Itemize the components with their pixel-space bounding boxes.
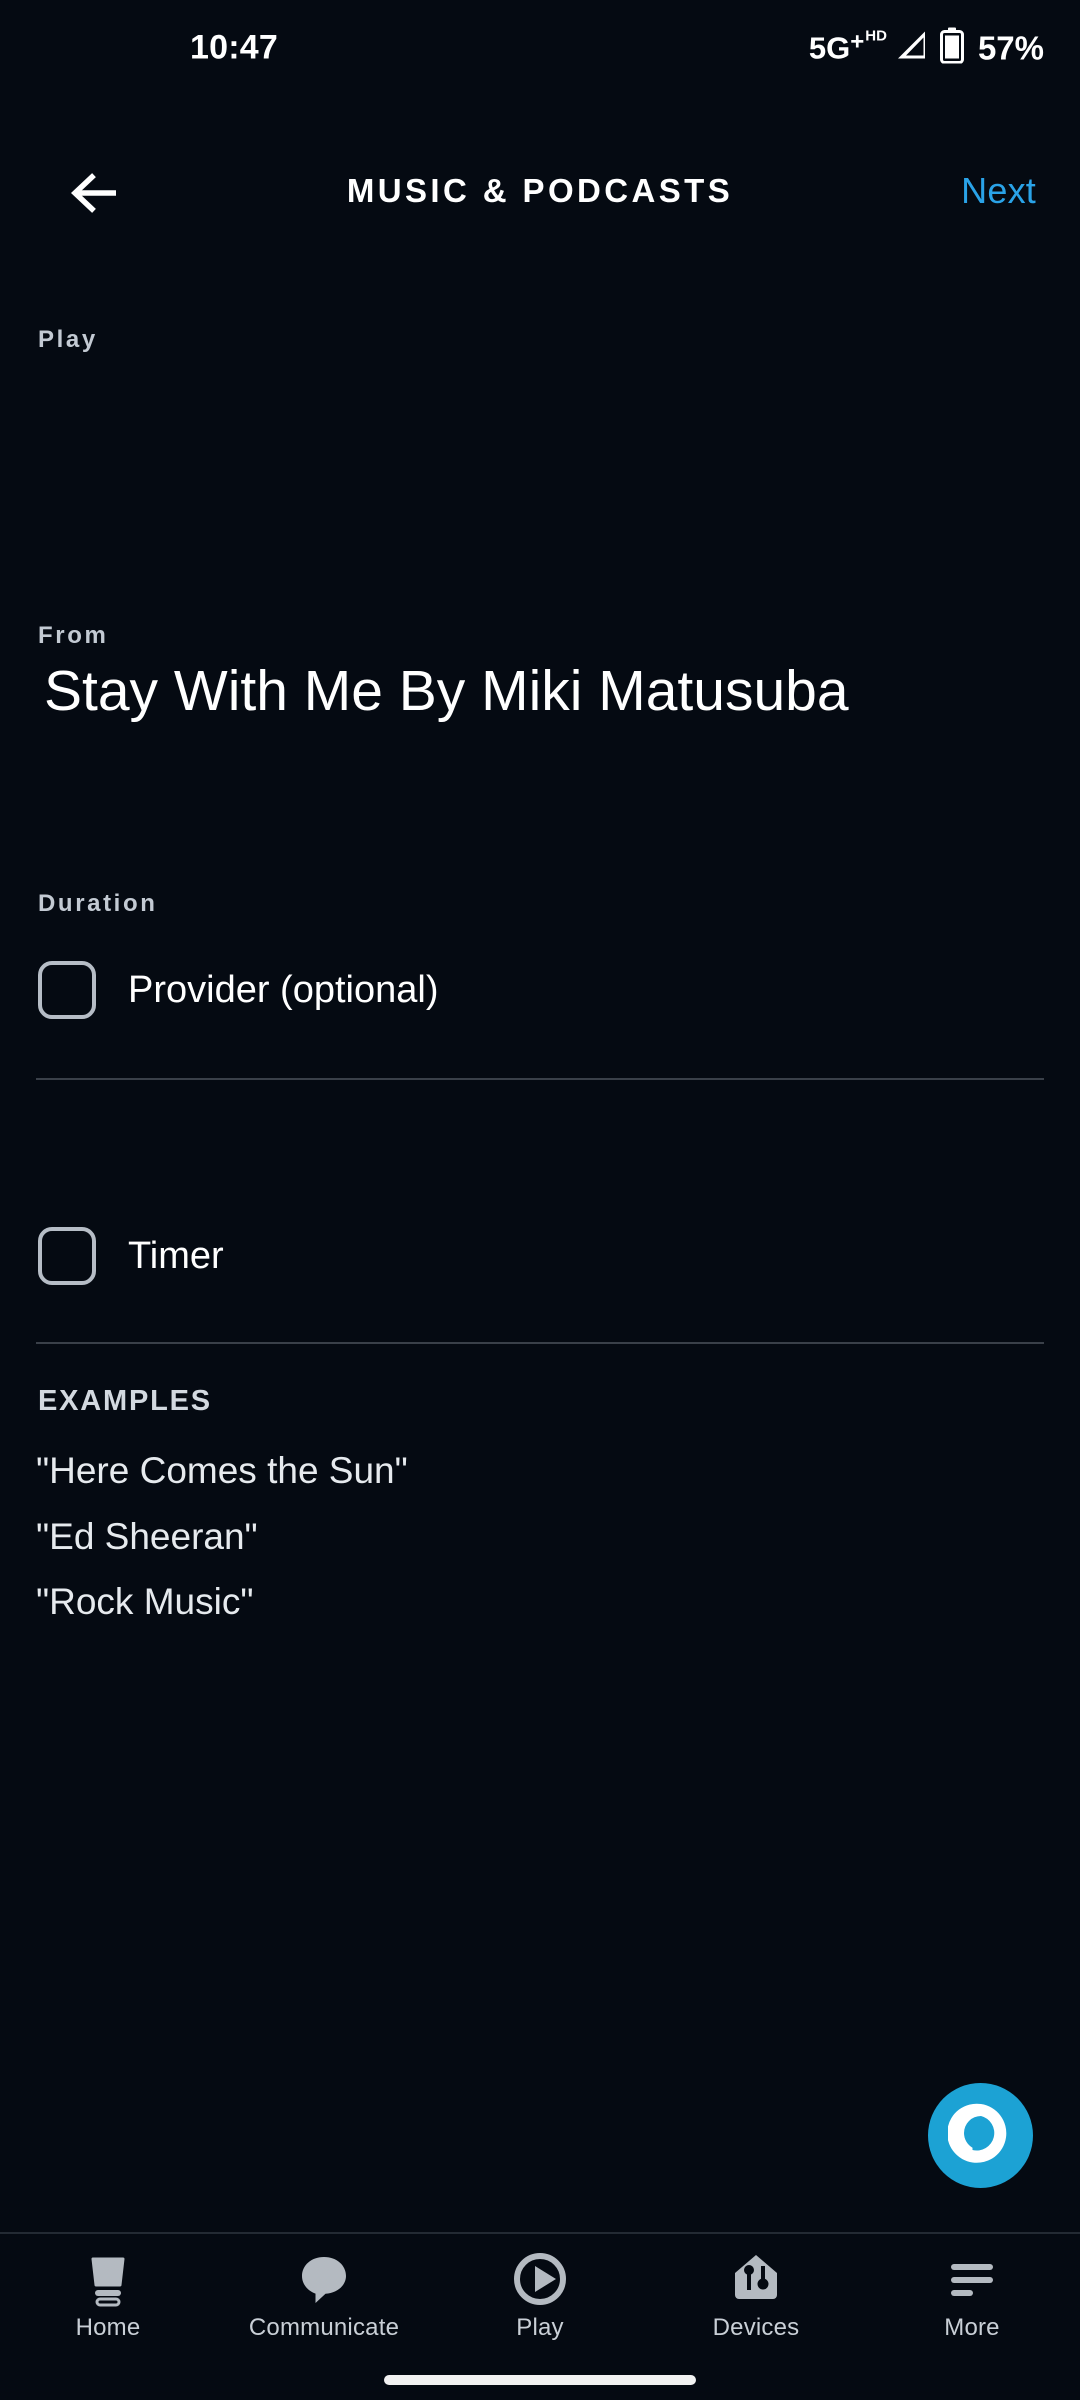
status-bar-clock: 10:47 xyxy=(190,28,278,67)
network-plus-glyph: + xyxy=(850,28,865,56)
provider-checkbox-row[interactable]: Provider (optional) xyxy=(0,950,1080,1030)
play-value-prefix: Stay With Me By Miki xyxy=(44,660,599,723)
nav-item-devices[interactable]: Devices xyxy=(648,2234,864,2364)
status-bar: 10:47 5G + HD 57% xyxy=(0,0,1080,96)
next-button[interactable]: Next xyxy=(961,170,1036,212)
battery-icon xyxy=(939,27,964,69)
hd-voice-label: HD xyxy=(865,27,887,45)
nav-item-communicate[interactable]: Communicate xyxy=(216,2234,432,2364)
example-item: "Ed Sheeran" xyxy=(36,1516,258,1557)
alexa-ring-icon xyxy=(946,2100,1014,2171)
examples-heading: EXAMPLES xyxy=(38,1385,212,1417)
page-title: MUSIC & PODCASTS xyxy=(346,172,734,209)
nav-label-communicate: Communicate xyxy=(248,2314,400,2341)
speech-bubble-icon xyxy=(296,2248,352,2310)
play-value-misspelled-word: Matusuba xyxy=(598,660,849,724)
network-label: 5G xyxy=(808,30,851,66)
home-indicator xyxy=(384,2375,696,2385)
provider-checkbox[interactable] xyxy=(38,961,96,1019)
example-item: "Here Comes the Sun" xyxy=(36,1450,408,1491)
network-type-indicator: 5G + HD xyxy=(808,28,887,66)
nav-label-more: More xyxy=(944,2314,1000,2341)
divider-duration-examples xyxy=(36,1342,1044,1344)
timer-checkbox[interactable] xyxy=(38,1227,96,1285)
nav-label-devices: Devices xyxy=(712,2314,800,2341)
nav-item-home[interactable]: Home xyxy=(0,2234,216,2364)
play-field-label: Play xyxy=(38,326,98,353)
nav-label-play: Play xyxy=(516,2314,564,2341)
signal-bars-icon xyxy=(894,30,928,67)
provider-checkbox-label: Provider (optional) xyxy=(128,968,439,1011)
duration-section-label: Duration xyxy=(38,890,158,917)
timer-checkbox-row[interactable]: Timer xyxy=(0,1216,1080,1296)
example-item: "Rock Music" xyxy=(36,1581,254,1622)
nav-label-home: Home xyxy=(75,2314,141,2341)
from-section-label: From xyxy=(38,622,109,649)
battery-percent-label: 57% xyxy=(977,29,1044,66)
play-circle-icon xyxy=(512,2248,568,2310)
alexa-voice-button[interactable] xyxy=(928,2083,1033,2188)
nav-item-more[interactable]: More xyxy=(864,2234,1080,2364)
app-bar: MUSIC & PODCASTS Next xyxy=(0,140,1080,250)
play-text-input[interactable]: Stay With Me By Miki Matusuba xyxy=(44,660,1080,724)
divider-from-duration xyxy=(36,1078,1044,1080)
app-screen: 10:47 5G + HD 57% MUSIC & PODCASTS Next … xyxy=(0,0,1080,2400)
timer-checkbox-label: Timer xyxy=(128,1234,224,1277)
bottom-navigation-bar: Home Communicate Play Devices More xyxy=(0,2234,1080,2364)
status-bar-indicators: 5G + HD 57% xyxy=(808,27,1044,69)
nav-item-play[interactable]: Play xyxy=(432,2234,648,2364)
home-devices-icon xyxy=(728,2248,784,2310)
echo-device-icon xyxy=(80,2248,136,2310)
hamburger-menu-icon xyxy=(944,2248,1000,2310)
